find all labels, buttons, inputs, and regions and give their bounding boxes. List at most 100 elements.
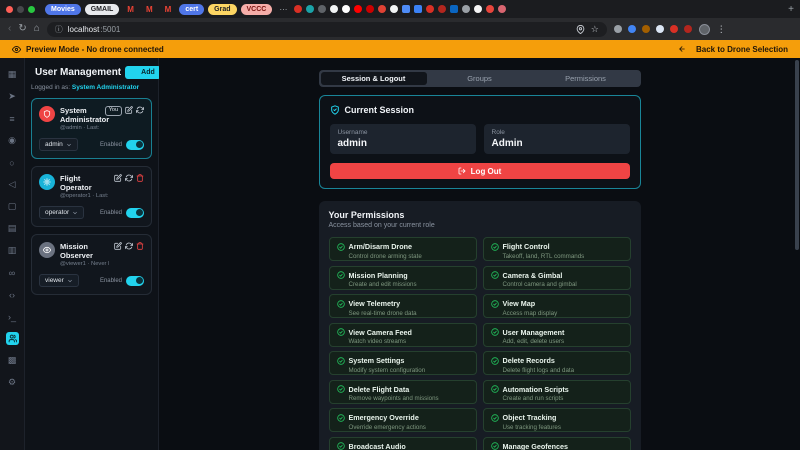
window-controls[interactable] <box>6 5 35 13</box>
tab-favicon[interactable] <box>438 5 447 13</box>
back-icon[interactable]: ‹ <box>8 24 11 34</box>
zoom-button[interactable] <box>28 5 35 13</box>
eye-icon <box>12 45 21 54</box>
user-card[interactable]: Flight Operator@operator1 · Last: 2/28/2… <box>31 166 152 227</box>
permission-title: Delete Flight Data <box>348 384 410 394</box>
user-card[interactable]: System Administrator@admin · Last: 3/5/2… <box>31 98 152 159</box>
users-icon[interactable] <box>5 332 19 345</box>
home-icon[interactable]: ⌂ <box>34 24 40 34</box>
tab-favicon[interactable] <box>462 5 471 13</box>
code-icon[interactable]: ‹› <box>6 288 19 301</box>
delete-user-icon[interactable] <box>136 174 144 182</box>
site-info-icon[interactable]: ⓘ <box>55 24 63 35</box>
location-pin-icon[interactable] <box>576 24 585 34</box>
role-select[interactable]: operator <box>39 206 85 219</box>
reset-password-icon[interactable] <box>125 242 133 250</box>
scrollbar[interactable] <box>795 60 799 250</box>
permission-title: User Management <box>502 327 565 337</box>
tab-group-vccc[interactable]: VCCC <box>240 3 273 15</box>
tab-favicon[interactable] <box>426 5 435 13</box>
browser-tab-strip: Movies GMAIL M M Mcert Grad VCCC ⋯ + <box>0 0 800 18</box>
close-button[interactable] <box>6 5 13 13</box>
permission-card: Broadcast Audio <box>328 436 477 450</box>
section-tabs: Session & Logout Groups Permissions <box>318 70 641 87</box>
tab-favicon[interactable] <box>414 5 423 13</box>
tab-favicon[interactable] <box>486 5 495 13</box>
you-badge: You <box>104 106 122 116</box>
role-select[interactable]: viewer <box>39 274 79 287</box>
tab-group-cert[interactable]: cert <box>179 3 205 15</box>
url-bar[interactable]: ⓘ localhost:5001 ☆ <box>46 21 607 37</box>
check-circle-icon <box>490 242 499 251</box>
link-icon[interactable]: ∞ <box>6 266 19 279</box>
dashboard-icon[interactable]: ▦ <box>6 68 19 81</box>
box-icon[interactable]: ▢ <box>6 200 19 213</box>
book-icon[interactable]: ▥ <box>6 244 19 257</box>
bookmark-star-icon[interactable]: ☆ <box>591 24 599 34</box>
file-icon[interactable]: ▤ <box>6 222 19 235</box>
gmail-tab-icon[interactable]: M <box>142 5 157 14</box>
reset-password-icon[interactable] <box>136 106 144 114</box>
tab-favicon[interactable] <box>474 5 483 13</box>
gmail-tab-icon[interactable]: M <box>161 5 176 14</box>
icon-rail: ▦ ➤ ≡ ◉ ○ ◁ ▢ ▤ ▥ ∞ ‹› ›_ ▩ ⚙ <box>0 58 25 450</box>
extension-icon[interactable] <box>655 25 664 33</box>
edit-user-icon[interactable] <box>125 106 133 114</box>
extension-icon[interactable] <box>627 25 636 33</box>
profile-avatar[interactable] <box>698 23 710 35</box>
gmail-tab-icon[interactable]: M <box>123 5 138 14</box>
speaker-icon[interactable]: ◁ <box>6 178 19 191</box>
minimize-button[interactable] <box>17 5 24 13</box>
circle-icon[interactable]: ○ <box>6 156 19 169</box>
tab-overflow-icon[interactable]: ⋯ <box>276 5 290 14</box>
enabled-toggle[interactable] <box>126 275 144 286</box>
reset-password-icon[interactable] <box>125 174 133 182</box>
tab-permissions[interactable]: Permissions <box>533 72 639 85</box>
edit-user-icon[interactable] <box>114 242 122 250</box>
user-card[interactable]: Mission Observer@viewer1 · Never logged … <box>31 234 152 295</box>
log-out-button[interactable]: Log Out <box>329 163 630 179</box>
tab-group-gmail[interactable]: GMAIL <box>84 3 120 15</box>
extension-icon[interactable] <box>613 25 622 33</box>
permission-desc: Add, edit, delete users <box>502 338 565 345</box>
tab-groups[interactable]: Groups <box>427 72 533 85</box>
tab-group-grad[interactable]: Grad <box>208 3 237 15</box>
reload-icon[interactable]: ↻ <box>18 24 26 34</box>
check-circle-icon <box>490 413 499 422</box>
role-select[interactable]: admin <box>39 138 78 151</box>
extension-icon[interactable] <box>683 25 692 33</box>
tab-favicon[interactable] <box>366 5 375 13</box>
permission-desc: Remove waypoints and missions <box>348 395 439 402</box>
browser-menu-icon[interactable]: ⋮ <box>717 24 726 35</box>
terminal-icon[interactable]: ›_ <box>6 310 19 323</box>
extension-icon[interactable] <box>641 25 650 33</box>
sliders-icon[interactable]: ≡ <box>6 112 19 125</box>
keyboard-icon[interactable]: ▩ <box>6 354 19 367</box>
tab-favicon[interactable] <box>378 5 387 13</box>
gear-icon[interactable]: ⚙ <box>6 376 19 389</box>
permission-desc: Watch video streams <box>348 338 407 345</box>
enabled-toggle[interactable] <box>126 139 144 150</box>
edit-user-icon[interactable] <box>114 174 122 182</box>
tab-favicon[interactable] <box>498 5 507 13</box>
tab-favicon[interactable] <box>318 5 327 13</box>
tab-favicon[interactable] <box>390 5 399 13</box>
add-user-button[interactable]: Add <box>125 66 161 79</box>
extension-icon[interactable] <box>669 25 678 33</box>
tab-group-movies[interactable]: Movies <box>45 3 81 15</box>
tab-favicon[interactable] <box>306 5 315 13</box>
tab-favicon[interactable] <box>294 5 303 13</box>
send-icon[interactable]: ➤ <box>6 90 19 103</box>
tab-favicon[interactable] <box>342 5 351 13</box>
permission-card: Camera & Gimbal Control camera and gimbal <box>482 265 631 290</box>
tab-session-logout[interactable]: Session & Logout <box>320 72 427 85</box>
tab-favicon[interactable] <box>450 5 459 13</box>
status-dot-icon[interactable]: ◉ <box>6 134 19 147</box>
tab-favicon[interactable] <box>330 5 339 13</box>
delete-user-icon[interactable] <box>136 242 144 250</box>
new-tab-button[interactable]: + <box>788 4 794 15</box>
tab-favicon[interactable] <box>354 5 363 13</box>
tab-favicon[interactable] <box>402 5 411 13</box>
back-to-drone-selection-button[interactable]: Back to Drone Selection <box>678 45 788 54</box>
enabled-toggle[interactable] <box>126 207 144 218</box>
